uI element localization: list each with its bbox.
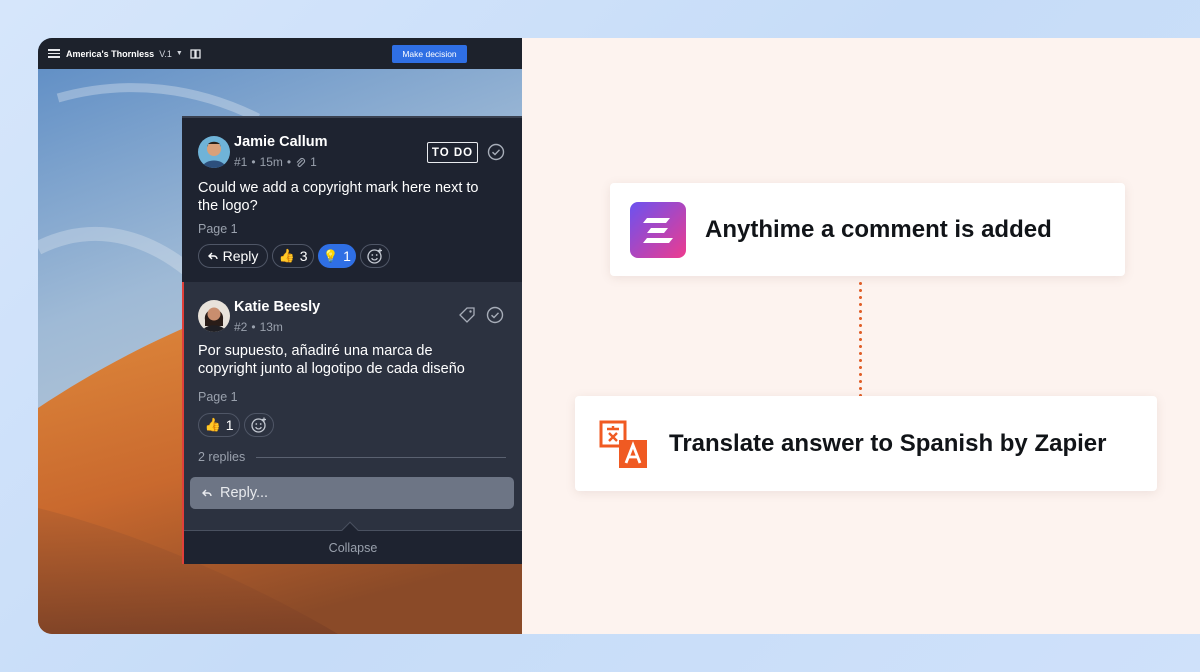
reaction-count: 3 bbox=[299, 248, 308, 264]
comment-body-line: copyright junto al logotipo de cada dise… bbox=[198, 361, 465, 377]
status-badge[interactable]: TO DO bbox=[427, 142, 478, 163]
make-decision-button[interactable]: Make decision bbox=[392, 45, 467, 63]
reply-button-label: Reply bbox=[222, 248, 259, 264]
comment-meta: #2 • 13m bbox=[234, 320, 283, 334]
zeplin-logo-icon bbox=[630, 201, 686, 258]
reply-arrow-icon bbox=[207, 252, 218, 259]
comment-card[interactable]: Katie Beesly #2 • 13m Por supuesto, añad… bbox=[182, 282, 522, 564]
reaction-count: 1 bbox=[225, 417, 234, 433]
version-label[interactable]: V.1 bbox=[159, 49, 172, 59]
reaction-count: 1 bbox=[343, 248, 351, 264]
comment-body: Could we add a copyright mark here next … bbox=[198, 179, 478, 215]
resolve-check-icon[interactable] bbox=[487, 143, 505, 161]
paperclip-icon bbox=[296, 157, 306, 167]
separator-dot: • bbox=[251, 155, 256, 169]
reply-input[interactable]: Reply... bbox=[190, 477, 514, 509]
collapse-notch bbox=[341, 521, 359, 539]
version-dropdown-icon[interactable]: ▼ bbox=[176, 50, 183, 57]
add-reaction-button[interactable] bbox=[244, 413, 274, 437]
reply-placeholder: Reply... bbox=[220, 485, 269, 501]
comment-number: #2 bbox=[234, 320, 248, 334]
replies-count[interactable]: 2 replies bbox=[198, 450, 245, 464]
lightbulb-icon: 💡 bbox=[323, 249, 339, 263]
avatar bbox=[198, 300, 230, 332]
separator-dot: • bbox=[251, 320, 256, 334]
collapse-label: Collapse bbox=[328, 541, 378, 555]
project-title[interactable]: America's Thornless bbox=[66, 49, 154, 59]
trigger-card[interactable]: Anythime a comment is added bbox=[610, 183, 1125, 276]
collapse-button[interactable]: Collapse bbox=[184, 521, 522, 564]
resolve-check-icon[interactable] bbox=[486, 306, 504, 324]
comment-body-line: Por supuesto, añadiré una marca de bbox=[198, 343, 433, 359]
action-label: Translate answer to Spanish by Zapier bbox=[669, 429, 1107, 457]
idea-reaction[interactable]: 💡 1 bbox=[318, 244, 356, 268]
action-card[interactable]: Translate answer to Spanish by Zapier bbox=[575, 396, 1157, 491]
tag-icon[interactable] bbox=[458, 306, 476, 324]
design-review-app: America's Thornless V.1 ▼ Make decision … bbox=[38, 38, 522, 634]
page-label: Page 1 bbox=[198, 222, 238, 236]
comment-author: Katie Beesly bbox=[234, 299, 321, 315]
thumbs-up-icon: 👍 bbox=[278, 248, 295, 263]
comment-body-line: Could we add a copyright mark here next … bbox=[198, 180, 479, 196]
add-emoji-icon bbox=[251, 417, 266, 433]
thumbs-up-reaction[interactable]: 👍 1 bbox=[198, 413, 240, 437]
trigger-label: Anythime a comment is added bbox=[705, 215, 1052, 243]
reply-button[interactable]: Reply bbox=[198, 244, 268, 268]
avatar bbox=[198, 136, 230, 168]
add-reaction-button[interactable] bbox=[360, 244, 390, 268]
translate-icon bbox=[599, 419, 647, 468]
comment-time: 13m bbox=[259, 320, 283, 334]
comment-body: Por supuesto, añadiré una marca de copyr… bbox=[198, 342, 465, 378]
comment-meta: #1 • 15m • 1 bbox=[234, 155, 317, 169]
comment-card[interactable]: Jamie Callum #1 • 15m • 1 TO DO Could we… bbox=[182, 116, 522, 282]
comment-body-line: the logo? bbox=[198, 198, 258, 214]
hamburger-menu-icon[interactable] bbox=[48, 49, 60, 58]
comment-time: 15m bbox=[259, 155, 283, 169]
thumbs-up-icon: 👍 bbox=[204, 417, 221, 432]
thumbs-up-reaction[interactable]: 👍 3 bbox=[272, 244, 314, 268]
comment-author: Jamie Callum bbox=[234, 134, 328, 150]
page-label: Page 1 bbox=[198, 390, 238, 404]
attachment-count: 1 bbox=[310, 155, 317, 169]
add-emoji-icon bbox=[367, 248, 382, 264]
reply-arrow-icon bbox=[202, 489, 212, 496]
separator-dot: • bbox=[286, 155, 292, 169]
book-icon[interactable] bbox=[190, 48, 201, 59]
comment-number: #1 bbox=[234, 155, 248, 169]
main-frame: America's Thornless V.1 ▼ Make decision … bbox=[38, 38, 1200, 634]
comments-panel: Jamie Callum #1 • 15m • 1 TO DO Could we… bbox=[182, 116, 522, 564]
replies-divider bbox=[256, 457, 506, 458]
workflow-connector bbox=[859, 280, 862, 396]
app-toolbar: America's Thornless V.1 ▼ Make decision bbox=[38, 38, 522, 69]
